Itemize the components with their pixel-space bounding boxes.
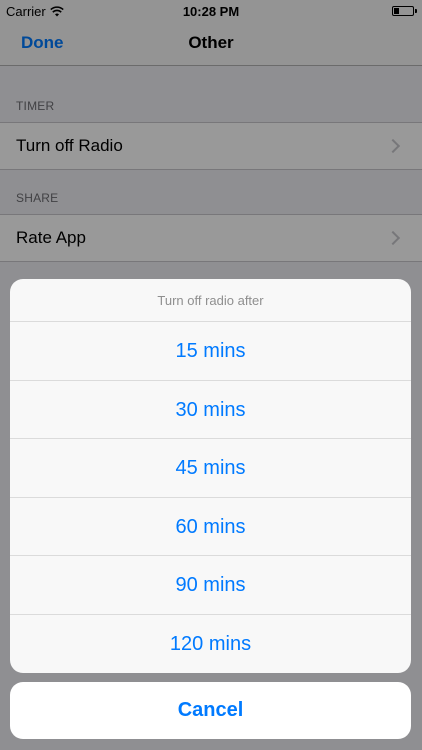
action-sheet-title: Turn off radio after [10,279,411,322]
option-45-mins[interactable]: 45 mins [10,439,411,498]
action-sheet: Turn off radio after 15 mins 30 mins 45 … [10,279,411,673]
option-120-mins[interactable]: 120 mins [10,615,411,674]
option-15-mins[interactable]: 15 mins [10,322,411,381]
option-60-mins[interactable]: 60 mins [10,498,411,556]
option-90-mins[interactable]: 90 mins [10,556,411,615]
option-30-mins[interactable]: 30 mins [10,381,411,439]
cancel-button[interactable]: Cancel [10,682,411,739]
